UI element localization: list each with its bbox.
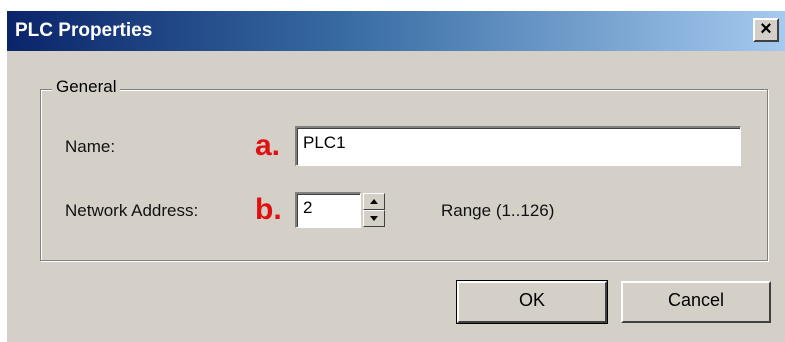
network-address-input[interactable]: 2 bbox=[295, 192, 361, 228]
ok-button[interactable]: OK bbox=[456, 280, 608, 324]
name-label: Name: bbox=[65, 137, 116, 156]
cancel-button[interactable]: Cancel bbox=[621, 281, 771, 323]
marker-b: b. bbox=[255, 193, 282, 226]
arrow-down-icon bbox=[370, 216, 378, 221]
close-icon: × bbox=[760, 18, 772, 40]
name-input[interactable]: PLC1 bbox=[295, 126, 741, 166]
general-group-label: General bbox=[52, 77, 121, 97]
plc-properties-dialog: PLC Properties × General Name: a. PLC1 N… bbox=[6, 10, 785, 342]
address-spin-control[interactable] bbox=[363, 193, 385, 227]
arrow-up-icon bbox=[370, 199, 378, 204]
general-groupbox bbox=[40, 89, 768, 261]
spin-down-button[interactable] bbox=[363, 210, 385, 227]
marker-a: a. bbox=[255, 129, 281, 162]
range-text: Range (1..126) bbox=[441, 201, 555, 220]
title-bar[interactable]: PLC Properties × bbox=[7, 11, 785, 51]
network-address-label: Network Address: bbox=[65, 201, 199, 220]
window-title: PLC Properties bbox=[15, 20, 153, 41]
spin-up-button[interactable] bbox=[363, 193, 385, 210]
close-button[interactable]: × bbox=[753, 18, 779, 42]
